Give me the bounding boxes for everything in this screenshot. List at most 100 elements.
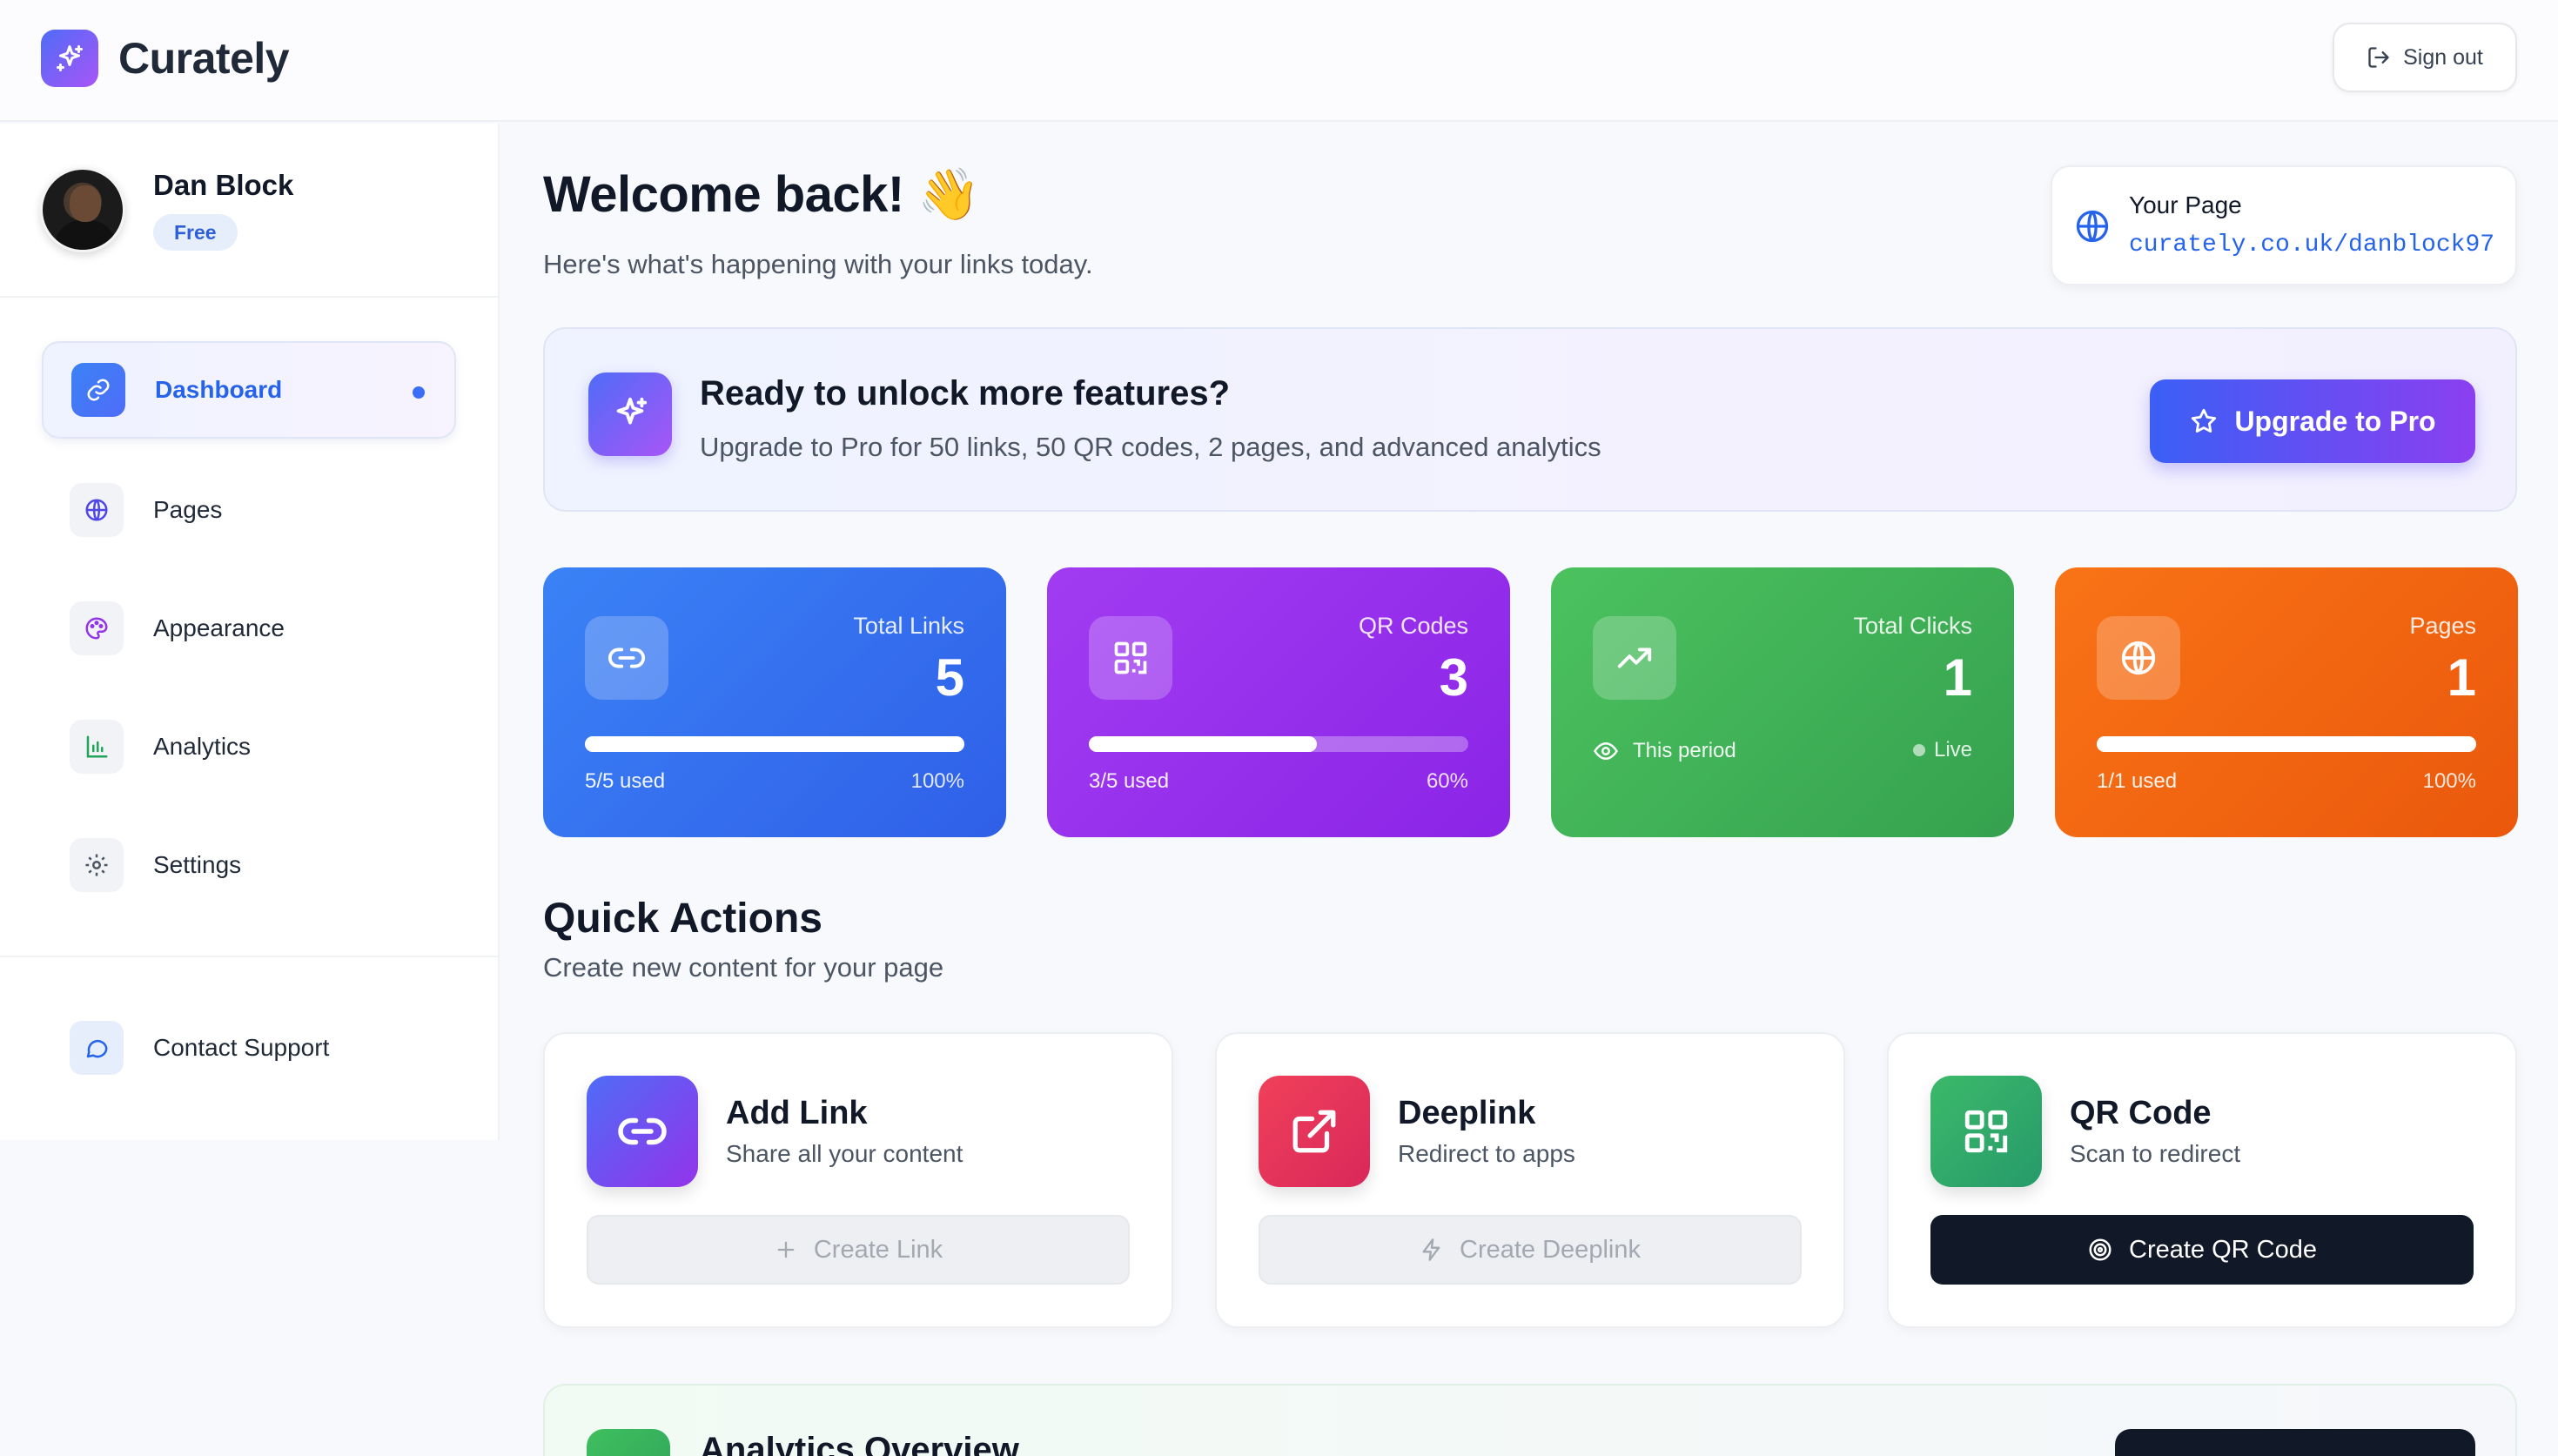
stat-value: 1 xyxy=(1943,648,1972,707)
period-info: This period xyxy=(1593,738,1736,764)
sidebar-item-settings[interactable]: Settings xyxy=(42,816,456,914)
link-icon xyxy=(585,616,668,700)
target-icon xyxy=(2089,1238,2112,1261)
action-name: Deeplink xyxy=(1398,1095,1536,1131)
period-label: This period xyxy=(1633,739,1736,762)
link-icon xyxy=(587,1076,698,1187)
link-icon xyxy=(71,363,125,417)
usage-percent: 100% xyxy=(2422,769,2476,793)
sidebar-item-contact-support[interactable]: Contact Support xyxy=(42,999,456,1097)
sidebar-item-label: Settings xyxy=(153,851,242,878)
sidebar-item-label: Contact Support xyxy=(153,1034,330,1061)
stat-value: 1 xyxy=(2447,648,2476,707)
section-title: Quick Actions xyxy=(543,896,822,942)
action-description: Scan to redirect xyxy=(2070,1140,2241,1167)
promo-subtitle: Upgrade to Pro for 50 links, 50 QR codes… xyxy=(700,432,1601,462)
quick-action-qr-code: QR Code Scan to redirect Create QR Code xyxy=(1887,1032,2517,1328)
promo-title: Ready to unlock more features? xyxy=(700,374,1231,413)
lightning-icon xyxy=(1422,1238,1440,1261)
your-page-url[interactable]: curately.co.uk/danblock97 xyxy=(2129,231,2494,258)
create-qr-code-button[interactable]: Create QR Code xyxy=(1930,1215,2474,1285)
your-page-card[interactable]: Your Page curately.co.uk/danblock97 xyxy=(2051,165,2517,285)
sidebar-item-dashboard[interactable]: Dashboard xyxy=(42,341,456,439)
stat-card-total-links[interactable]: Total Links 5 5/5 used 100% xyxy=(543,567,1006,837)
user-name: Dan Block xyxy=(153,169,294,201)
gear-icon xyxy=(70,838,124,892)
upgrade-label: Upgrade to Pro xyxy=(2234,405,2436,437)
create-link-button[interactable]: Create Link xyxy=(587,1215,1130,1285)
sidebar-item-analytics[interactable]: Analytics xyxy=(42,698,456,795)
action-name: Add Link xyxy=(726,1095,868,1131)
usage-text: 1/1 used xyxy=(2097,769,2178,793)
stat-card-pages[interactable]: Pages 1 1/1 used 100% xyxy=(2055,567,2518,837)
live-dot xyxy=(1912,744,1925,756)
upgrade-banner: Ready to unlock more features? Upgrade t… xyxy=(543,327,2517,512)
stat-label: Total Clicks xyxy=(1853,613,1972,639)
qr-code-icon xyxy=(1089,616,1172,700)
palette-icon xyxy=(70,601,124,655)
avatar[interactable] xyxy=(40,167,125,252)
stat-label: Pages xyxy=(2409,613,2476,639)
analytics-button[interactable] xyxy=(2115,1429,2475,1456)
active-indicator xyxy=(413,386,425,399)
sign-out-button[interactable]: Sign out xyxy=(2333,23,2517,92)
trending-up-icon xyxy=(1593,616,1676,700)
sign-out-label: Sign out xyxy=(2403,44,2483,70)
logo-icon[interactable] xyxy=(41,30,98,87)
button-label: Create QR Code xyxy=(2129,1235,2317,1264)
quick-action-deeplink: Deeplink Redirect to apps Create Deeplin… xyxy=(1215,1032,1845,1328)
usage-bar xyxy=(1089,736,1468,752)
qr-code-icon xyxy=(1930,1076,2042,1187)
sidebar-item-appearance[interactable]: Appearance xyxy=(42,580,456,677)
usage-fill xyxy=(585,736,964,752)
live-label: Live xyxy=(1933,738,1972,762)
sidebar-item-label: Dashboard xyxy=(155,376,283,403)
create-deeplink-button[interactable]: Create Deeplink xyxy=(1259,1215,1802,1285)
star-icon xyxy=(2192,408,2217,433)
plan-badge: Free xyxy=(153,214,238,251)
page-subtitle: Here's what's happening with your links … xyxy=(543,249,1093,279)
stat-value: 5 xyxy=(935,648,964,707)
stat-label: Total Links xyxy=(853,613,964,639)
usage-bar xyxy=(585,736,964,752)
usage-text: 3/5 used xyxy=(1089,769,1170,793)
analytics-title: Analytics Overview xyxy=(700,1431,1019,1456)
usage-fill xyxy=(2097,736,2476,752)
stat-card-total-clicks[interactable]: Total Clicks 1 This period Live xyxy=(1551,567,2014,837)
stat-value: 3 xyxy=(1439,648,1468,707)
plus-icon xyxy=(777,1241,795,1258)
upgrade-button[interactable]: Upgrade to Pro xyxy=(2150,379,2475,463)
your-page-label: Your Page xyxy=(2129,191,2242,218)
section-subtitle: Create new content for your page xyxy=(543,952,944,983)
usage-text: 5/5 used xyxy=(585,769,666,793)
chat-icon xyxy=(70,1021,124,1075)
eye-icon xyxy=(1594,741,1618,761)
globe-icon xyxy=(2076,210,2109,243)
usage-percent: 100% xyxy=(910,769,964,793)
bar-chart-icon xyxy=(587,1429,670,1456)
usage-fill xyxy=(1089,736,1317,752)
top-bar: Curately Sign out xyxy=(0,0,2558,122)
action-description: Redirect to apps xyxy=(1398,1140,1575,1167)
button-label: Create Deeplink xyxy=(1460,1235,1641,1264)
sparkles-icon xyxy=(588,372,672,456)
sidebar-item-pages[interactable]: Pages xyxy=(42,461,456,559)
stat-label: QR Codes xyxy=(1358,613,1468,639)
bar-chart-icon xyxy=(70,720,124,774)
usage-bar xyxy=(2097,736,2476,752)
action-description: Share all your content xyxy=(726,1140,963,1167)
user-profile: Dan Block Free xyxy=(0,124,500,298)
sidebar-item-label: Pages xyxy=(153,496,223,523)
divider xyxy=(0,956,500,957)
sign-out-icon xyxy=(2368,47,2389,68)
page-title: Welcome back! 👋 xyxy=(543,166,981,223)
usage-percent: 60% xyxy=(1426,769,1468,793)
action-name: QR Code xyxy=(2070,1095,2212,1131)
globe-icon xyxy=(70,483,124,537)
button-label: Create Link xyxy=(813,1235,943,1264)
stat-card-qr-codes[interactable]: QR Codes 3 3/5 used 60% xyxy=(1047,567,1510,837)
app-name[interactable]: Curately xyxy=(118,33,290,84)
live-status: Live xyxy=(1912,738,1972,762)
globe-icon xyxy=(2097,616,2180,700)
external-link-icon xyxy=(1259,1076,1370,1187)
